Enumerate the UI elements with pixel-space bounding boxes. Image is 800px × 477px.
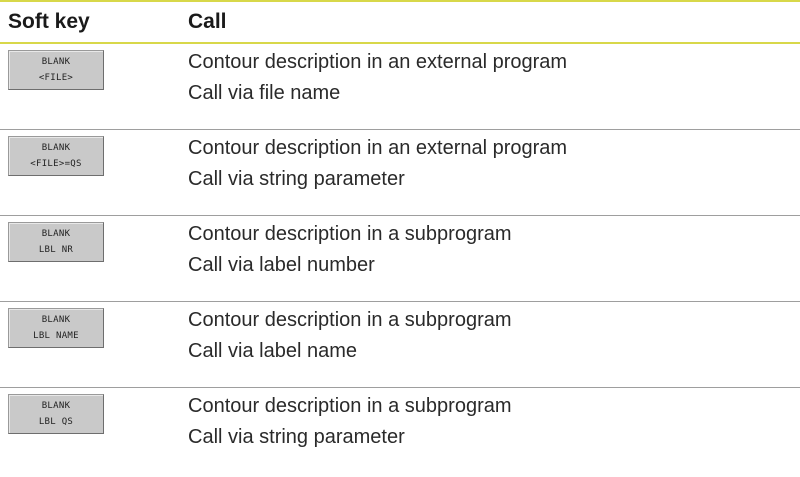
table-row: BLANK LBL NR Contour description in a su… [0, 216, 800, 302]
header-call: Call [188, 10, 227, 33]
call-cell: Contour description in a subprogram Call… [188, 302, 512, 367]
softkey-cell: BLANK LBL NR [0, 216, 188, 262]
table-row: BLANK LBL NAME Contour description in a … [0, 302, 800, 388]
softkey-line2: <FILE> [38, 73, 74, 83]
softkey-line2: <FILE>=QS [30, 159, 82, 169]
blank-file-softkey[interactable]: BLANK <FILE> [8, 50, 104, 90]
call-cell: Contour description in an external progr… [188, 44, 567, 109]
table-row: BLANK <FILE>=QS Contour description in a… [0, 130, 800, 216]
blank-file-qs-softkey[interactable]: BLANK <FILE>=QS [8, 136, 104, 176]
softkey-line1: BLANK [41, 315, 71, 325]
softkey-cell: BLANK <FILE> [0, 44, 188, 90]
softkey-cell: BLANK LBL NAME [0, 302, 188, 348]
row-description: Contour description in an external progr… [188, 137, 568, 159]
softkey-cell: BLANK LBL QS [0, 388, 188, 434]
call-cell: Contour description in a subprogram Call… [188, 388, 512, 453]
table-row: BLANK <FILE> Contour description in an e… [0, 44, 800, 130]
row-call: Call via label name [188, 340, 357, 362]
blank-lbl-name-softkey[interactable]: BLANK LBL NAME [8, 308, 104, 348]
softkey-line2: LBL NR [38, 245, 74, 255]
softkey-line1: BLANK [41, 401, 71, 411]
softkey-line1: BLANK [41, 229, 71, 239]
row-description: Contour description in a subprogram [188, 395, 512, 417]
blank-lbl-nr-softkey[interactable]: BLANK LBL NR [8, 222, 104, 262]
table-row: BLANK LBL QS Contour description in a su… [0, 388, 800, 474]
row-description: Contour description in a subprogram [188, 223, 512, 245]
softkey-table: Soft key Call BLANK <FILE> Contour descr… [0, 0, 800, 474]
table-header: Soft key Call [0, 2, 800, 42]
call-cell: Contour description in a subprogram Call… [188, 216, 512, 281]
row-call: Call via string parameter [188, 168, 405, 190]
header-softkey: Soft key [8, 10, 90, 33]
row-description: Contour description in a subprogram [188, 309, 512, 331]
blank-lbl-qs-softkey[interactable]: BLANK LBL QS [8, 394, 104, 434]
softkey-line1: BLANK [41, 143, 71, 153]
softkey-line2: LBL NAME [33, 331, 79, 341]
row-call: Call via file name [188, 82, 341, 104]
softkey-line2: LBL QS [38, 417, 74, 427]
row-call: Call via label number [188, 254, 375, 276]
call-cell: Contour description in an external progr… [188, 130, 567, 195]
row-description: Contour description in an external progr… [188, 51, 568, 73]
row-call: Call via string parameter [188, 426, 405, 448]
softkey-line1: BLANK [41, 57, 71, 67]
softkey-cell: BLANK <FILE>=QS [0, 130, 188, 176]
